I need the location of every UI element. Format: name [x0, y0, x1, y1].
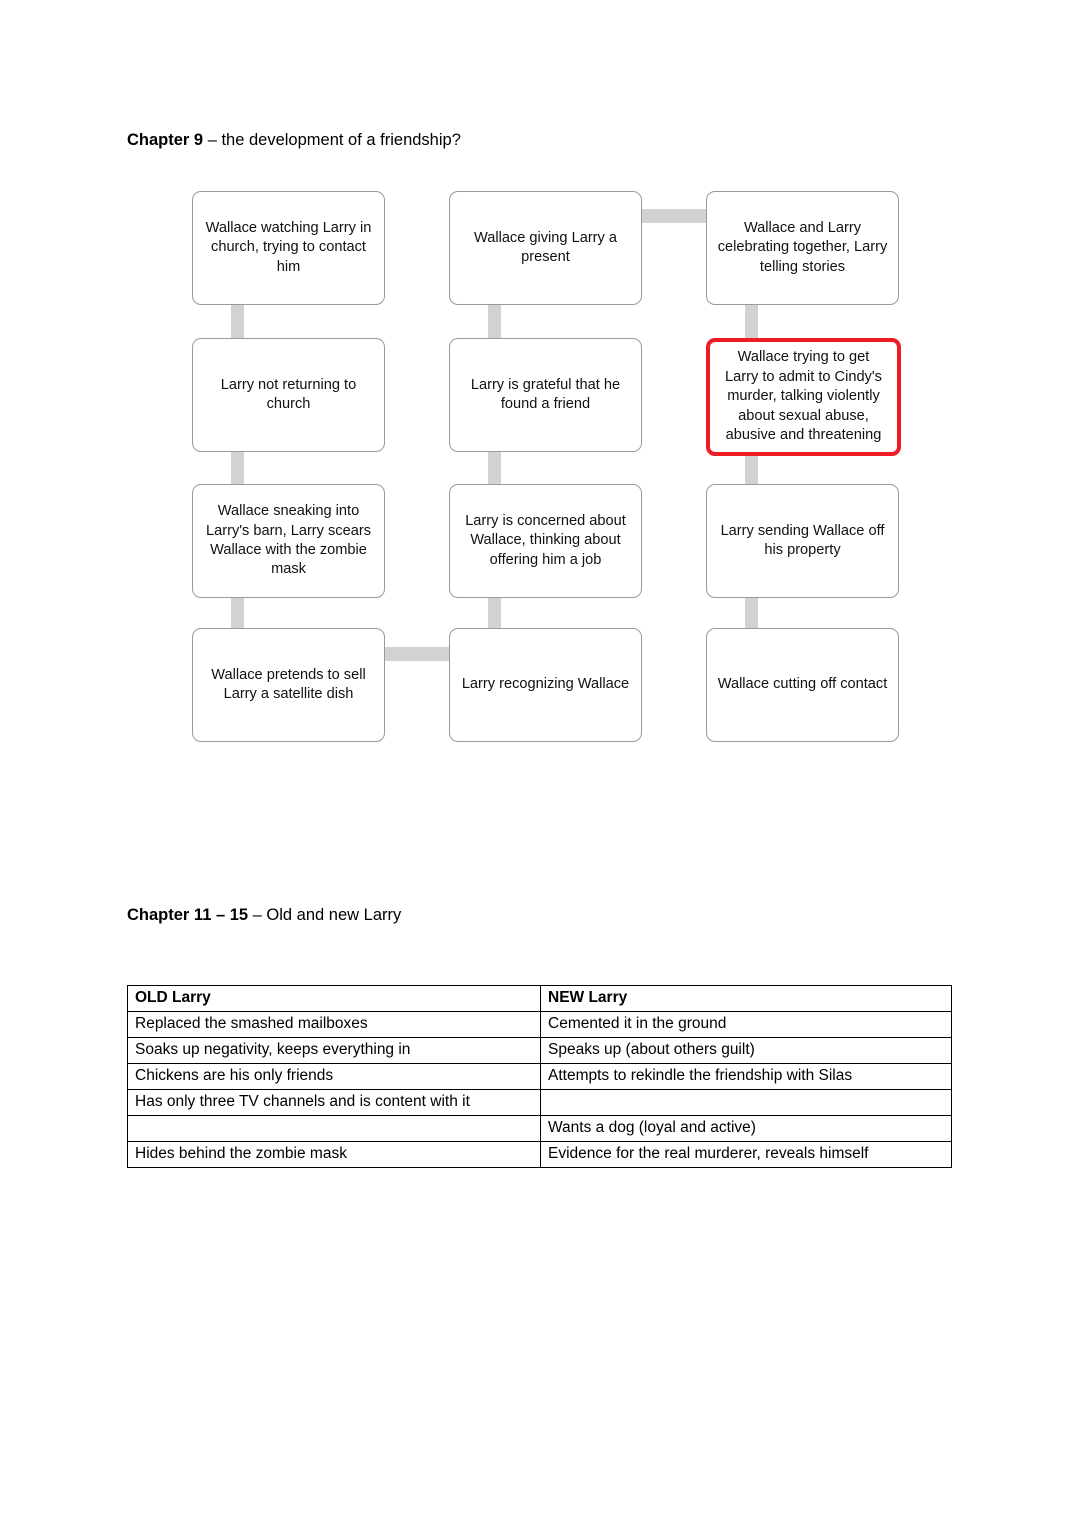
flowchart-box-r1c3-label: Wallace and Larry celebrating together, … [717, 219, 888, 275]
flowchart-box-r1c2[interactable]: Wallace giving Larry a present [449, 191, 642, 305]
table-cell-old-6: Hides behind the zombie mask [127, 1141, 541, 1168]
table-cell-new-6: Evidence for the real murderer, reveals … [540, 1141, 952, 1168]
table-cell-new-5: Wants a dog (loyal and active) [540, 1115, 952, 1142]
old-new-larry-table: OLD Larry NEW Larry Replaced the smashed… [127, 985, 952, 1168]
flowchart-box-r4c1-label: Wallace pretends to sell Larry a satelli… [211, 666, 366, 702]
flowchart-box-r4c1[interactable]: Wallace pretends to sell Larry a satelli… [192, 628, 385, 742]
table-row: Wants a dog (loyal and active) [127, 1115, 952, 1142]
flowchart-box-r4c3-label: Wallace cutting off contact [717, 676, 888, 693]
table-row: Chickens are his only friends Attempts t… [127, 1063, 952, 1090]
table-row: Replaced the smashed mailboxes Cemented … [127, 1011, 952, 1038]
table-cell-old-3: Chickens are his only friends [127, 1063, 541, 1090]
flowchart-box-r3c1-label: Wallace sneaking into Larry's barn, Larr… [206, 503, 371, 578]
flowchart-box-r2c1-label: Larry not returning to church [220, 376, 357, 412]
table-row: Soaks up negativity, keeps everything in… [127, 1037, 952, 1064]
flowchart-box-r2c1[interactable]: Larry not returning to church [192, 338, 385, 452]
connector-horizontal-r1-c2-c3 [636, 209, 712, 223]
table-cell-new-4-empty [540, 1089, 952, 1116]
flowchart-box-r4c2-label: Larry recognizing Wallace [461, 676, 630, 693]
flowchart-box-r2c3-highlighted[interactable]: Wallace trying to get Larry to admit to … [706, 338, 901, 456]
connector-horizontal-r4-c1-c2 [379, 647, 455, 661]
table-cell-new-2: Speaks up (about others guilt) [540, 1037, 952, 1064]
table-cell-old-4: Has only three TV channels and is conten… [127, 1089, 541, 1116]
flowchart-box-r3c2-label: Larry is concerned about Wallace, thinki… [465, 512, 626, 568]
flowchart-box-r1c1-label: Wallace watching Larry in church, trying… [205, 219, 372, 275]
document-page: Chapter 9 – the development of a friends… [0, 0, 1080, 1527]
table-row: Hides behind the zombie mask Evidence fo… [127, 1141, 952, 1168]
flowchart-box-r1c3[interactable]: Wallace and Larry celebrating together, … [706, 191, 899, 305]
table-cell-old-1: Replaced the smashed mailboxes [127, 1011, 541, 1038]
flowchart-box-r3c3-label: Larry sending Wallace off his property [720, 522, 885, 558]
flowchart-box-r1c2-label: Wallace giving Larry a present [473, 229, 618, 265]
table-row: Has only three TV channels and is conten… [127, 1089, 952, 1116]
flowchart-box-r2c3-label: Wallace trying to get Larry to admit to … [725, 349, 882, 444]
heading-chapter-11-15-bold: Chapter 11 – 15 [127, 906, 249, 924]
flowchart-box-r4c3[interactable]: Wallace cutting off contact [706, 628, 899, 742]
table-header-row: OLD Larry NEW Larry [127, 985, 952, 1012]
flowchart-box-r2c2-label: Larry is grateful that he found a friend [470, 376, 621, 412]
table-cell-old-5-empty [127, 1115, 541, 1142]
table-cell-new-3: Attempts to rekindle the friendship with… [540, 1063, 952, 1090]
table-header-old-larry: OLD Larry [127, 985, 541, 1012]
flowchart-box-r4c2[interactable]: Larry recognizing Wallace [449, 628, 642, 742]
flowchart-box-r3c1[interactable]: Wallace sneaking into Larry's barn, Larr… [192, 484, 385, 598]
table-cell-old-2: Soaks up negativity, keeps everything in [127, 1037, 541, 1064]
flowchart-box-r3c3[interactable]: Larry sending Wallace off his property [706, 484, 899, 598]
heading-chapter-11-15-rest: – Old and new Larry [248, 906, 402, 924]
heading-chapter-11-15: Chapter 11 – 15 – Old and new Larry [127, 906, 401, 926]
table-header-new-larry: NEW Larry [540, 985, 952, 1012]
table-cell-new-1: Cemented it in the ground [540, 1011, 952, 1038]
flowchart-chapter-9: Wallace watching Larry in church, trying… [0, 0, 1080, 800]
flowchart-box-r2c2[interactable]: Larry is grateful that he found a friend [449, 338, 642, 452]
flowchart-box-r1c1[interactable]: Wallace watching Larry in church, trying… [192, 191, 385, 305]
flowchart-box-r3c2[interactable]: Larry is concerned about Wallace, thinki… [449, 484, 642, 598]
